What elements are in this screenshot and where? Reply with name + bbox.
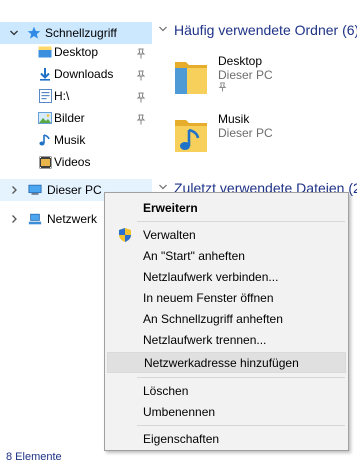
nav-item-music[interactable]: Musik xyxy=(0,129,152,151)
menu-item-label: An Schnellzugriff anheften xyxy=(143,311,283,326)
menu-item-label: Umbenennen xyxy=(143,404,216,419)
chevron-down-icon xyxy=(158,24,168,37)
menu-item-label: An "Start" anheften xyxy=(143,248,245,263)
menu-item-label: Eigenschaften xyxy=(143,431,220,446)
folder-tile-desktop[interactable]: Desktop Dieser PC xyxy=(174,54,354,104)
pin-icon xyxy=(136,47,146,59)
menu-item-add-network-location[interactable]: Netzwerkadresse hinzufügen xyxy=(107,352,346,373)
pictures-folder-icon xyxy=(38,111,52,125)
tile-location: Dieser PC xyxy=(218,68,273,82)
nav-item-pictures[interactable]: Bilder xyxy=(0,107,152,129)
network-icon xyxy=(28,212,42,226)
nav-item-label: Bilder xyxy=(54,111,85,125)
star-icon xyxy=(27,26,41,40)
menu-item-map-network-drive[interactable]: Netzlaufwerk verbinden... xyxy=(107,266,346,287)
nav-item-label: Desktop xyxy=(54,45,99,59)
shield-icon xyxy=(119,227,131,242)
pin-icon xyxy=(136,113,146,125)
menu-separator xyxy=(137,377,345,378)
menu-item-label: Löschen xyxy=(143,383,189,398)
nav-item-desktop[interactable]: Desktop xyxy=(0,41,152,63)
computer-icon xyxy=(28,183,42,197)
nav-item-h-drive[interactable]: H:\ xyxy=(0,85,152,107)
pin-icon xyxy=(136,91,146,103)
menu-separator xyxy=(137,425,345,426)
menu-item-delete[interactable]: Löschen xyxy=(107,380,346,401)
menu-item-expand[interactable]: Erweitern xyxy=(107,197,346,218)
music-folder-icon xyxy=(175,120,207,152)
nav-quick-access-label: Schnellzugriff xyxy=(45,26,117,40)
downloads-folder-icon xyxy=(38,67,52,81)
menu-item-pin-start[interactable]: An "Start" anheften xyxy=(107,245,346,266)
folder-tile-music[interactable]: Musik Dieser PC xyxy=(174,112,354,162)
menu-item-manage[interactable]: Verwalten xyxy=(107,224,346,245)
menu-item-label: Netzlaufwerk trennen... xyxy=(143,332,267,347)
group-header-frequent-folders[interactable]: Häufig verwendete Ordner (6) xyxy=(158,22,357,38)
tile-name: Desktop xyxy=(218,54,263,68)
menu-item-label: Erweitern xyxy=(143,200,198,215)
nav-network-label: Netzwerk xyxy=(47,212,98,226)
pin-icon xyxy=(218,82,227,95)
group-header-label: Häufig verwendete Ordner (6) xyxy=(174,22,357,38)
chevron-right-icon[interactable] xyxy=(9,185,19,195)
tile-location: Dieser PC xyxy=(218,126,273,140)
videos-folder-icon xyxy=(38,155,52,169)
menu-item-pin-quick-access[interactable]: An Schnellzugriff anheften xyxy=(107,308,346,329)
status-item-count: 8 Elemente xyxy=(6,451,62,463)
drive-icon xyxy=(38,89,52,103)
pin-icon xyxy=(136,69,146,81)
menu-item-rename[interactable]: Umbenennen xyxy=(107,401,346,422)
menu-item-label: Verwalten xyxy=(143,227,196,242)
chevron-right-icon[interactable] xyxy=(9,214,19,224)
folder-icon xyxy=(175,62,207,94)
nav-item-label: Musik xyxy=(54,133,86,147)
nav-item-videos[interactable]: Videos xyxy=(0,151,152,173)
context-menu: Erweitern Verwalten An "Start" anheften … xyxy=(104,192,349,451)
menu-separator xyxy=(137,221,345,222)
menu-item-label: In neuem Fenster öffnen xyxy=(143,290,274,305)
chevron-down-icon[interactable] xyxy=(9,28,19,38)
nav-this-pc-label: Dieser PC xyxy=(47,183,102,197)
nav-item-label: H:\ xyxy=(54,89,70,103)
menu-item-label: Netzlaufwerk verbinden... xyxy=(143,269,279,284)
nav-item-downloads[interactable]: Downloads xyxy=(0,63,152,85)
nav-item-label: Videos xyxy=(54,155,91,169)
desktop-folder-icon xyxy=(38,45,52,59)
music-folder-icon xyxy=(38,133,52,147)
menu-item-open-new-window[interactable]: In neuem Fenster öffnen xyxy=(107,287,346,308)
menu-item-disconnect-network-drive[interactable]: Netzlaufwerk trennen... xyxy=(107,329,346,350)
menu-item-properties[interactable]: Eigenschaften xyxy=(107,428,346,449)
tile-name: Musik xyxy=(218,112,250,126)
nav-item-label: Downloads xyxy=(54,67,114,81)
menu-item-label: Netzwerkadresse hinzufügen xyxy=(144,355,299,370)
